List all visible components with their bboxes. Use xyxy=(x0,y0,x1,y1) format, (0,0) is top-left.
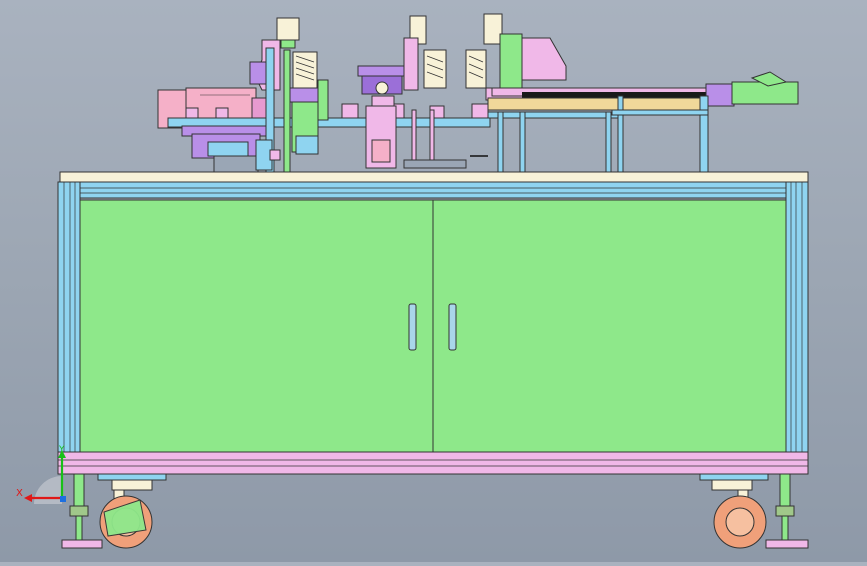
left-leveling-foot xyxy=(61,473,103,549)
triad-plane xyxy=(34,476,62,504)
left-door-handle xyxy=(408,303,417,351)
triad-x-arrow xyxy=(24,494,32,502)
triad-y-label: Y xyxy=(58,445,65,455)
triad-z-axis xyxy=(60,496,66,502)
cabinet-doors xyxy=(79,199,787,453)
center-station xyxy=(357,15,467,169)
cad-viewport[interactable]: X Y xyxy=(0,0,867,562)
tabletop xyxy=(59,171,809,183)
left-door xyxy=(79,199,434,453)
top-mechanisms xyxy=(157,13,799,173)
right-station xyxy=(465,13,567,101)
right-leveling-foot xyxy=(765,473,809,549)
right-door xyxy=(432,199,787,453)
assembly-drawing: X Y xyxy=(16,13,809,549)
triad-x-label: X xyxy=(16,488,23,499)
right-door-handle xyxy=(448,303,457,351)
gearbox xyxy=(191,133,261,173)
left-caster xyxy=(97,473,167,549)
cylinder-tower-1 xyxy=(249,17,329,173)
right-caster xyxy=(699,473,769,549)
